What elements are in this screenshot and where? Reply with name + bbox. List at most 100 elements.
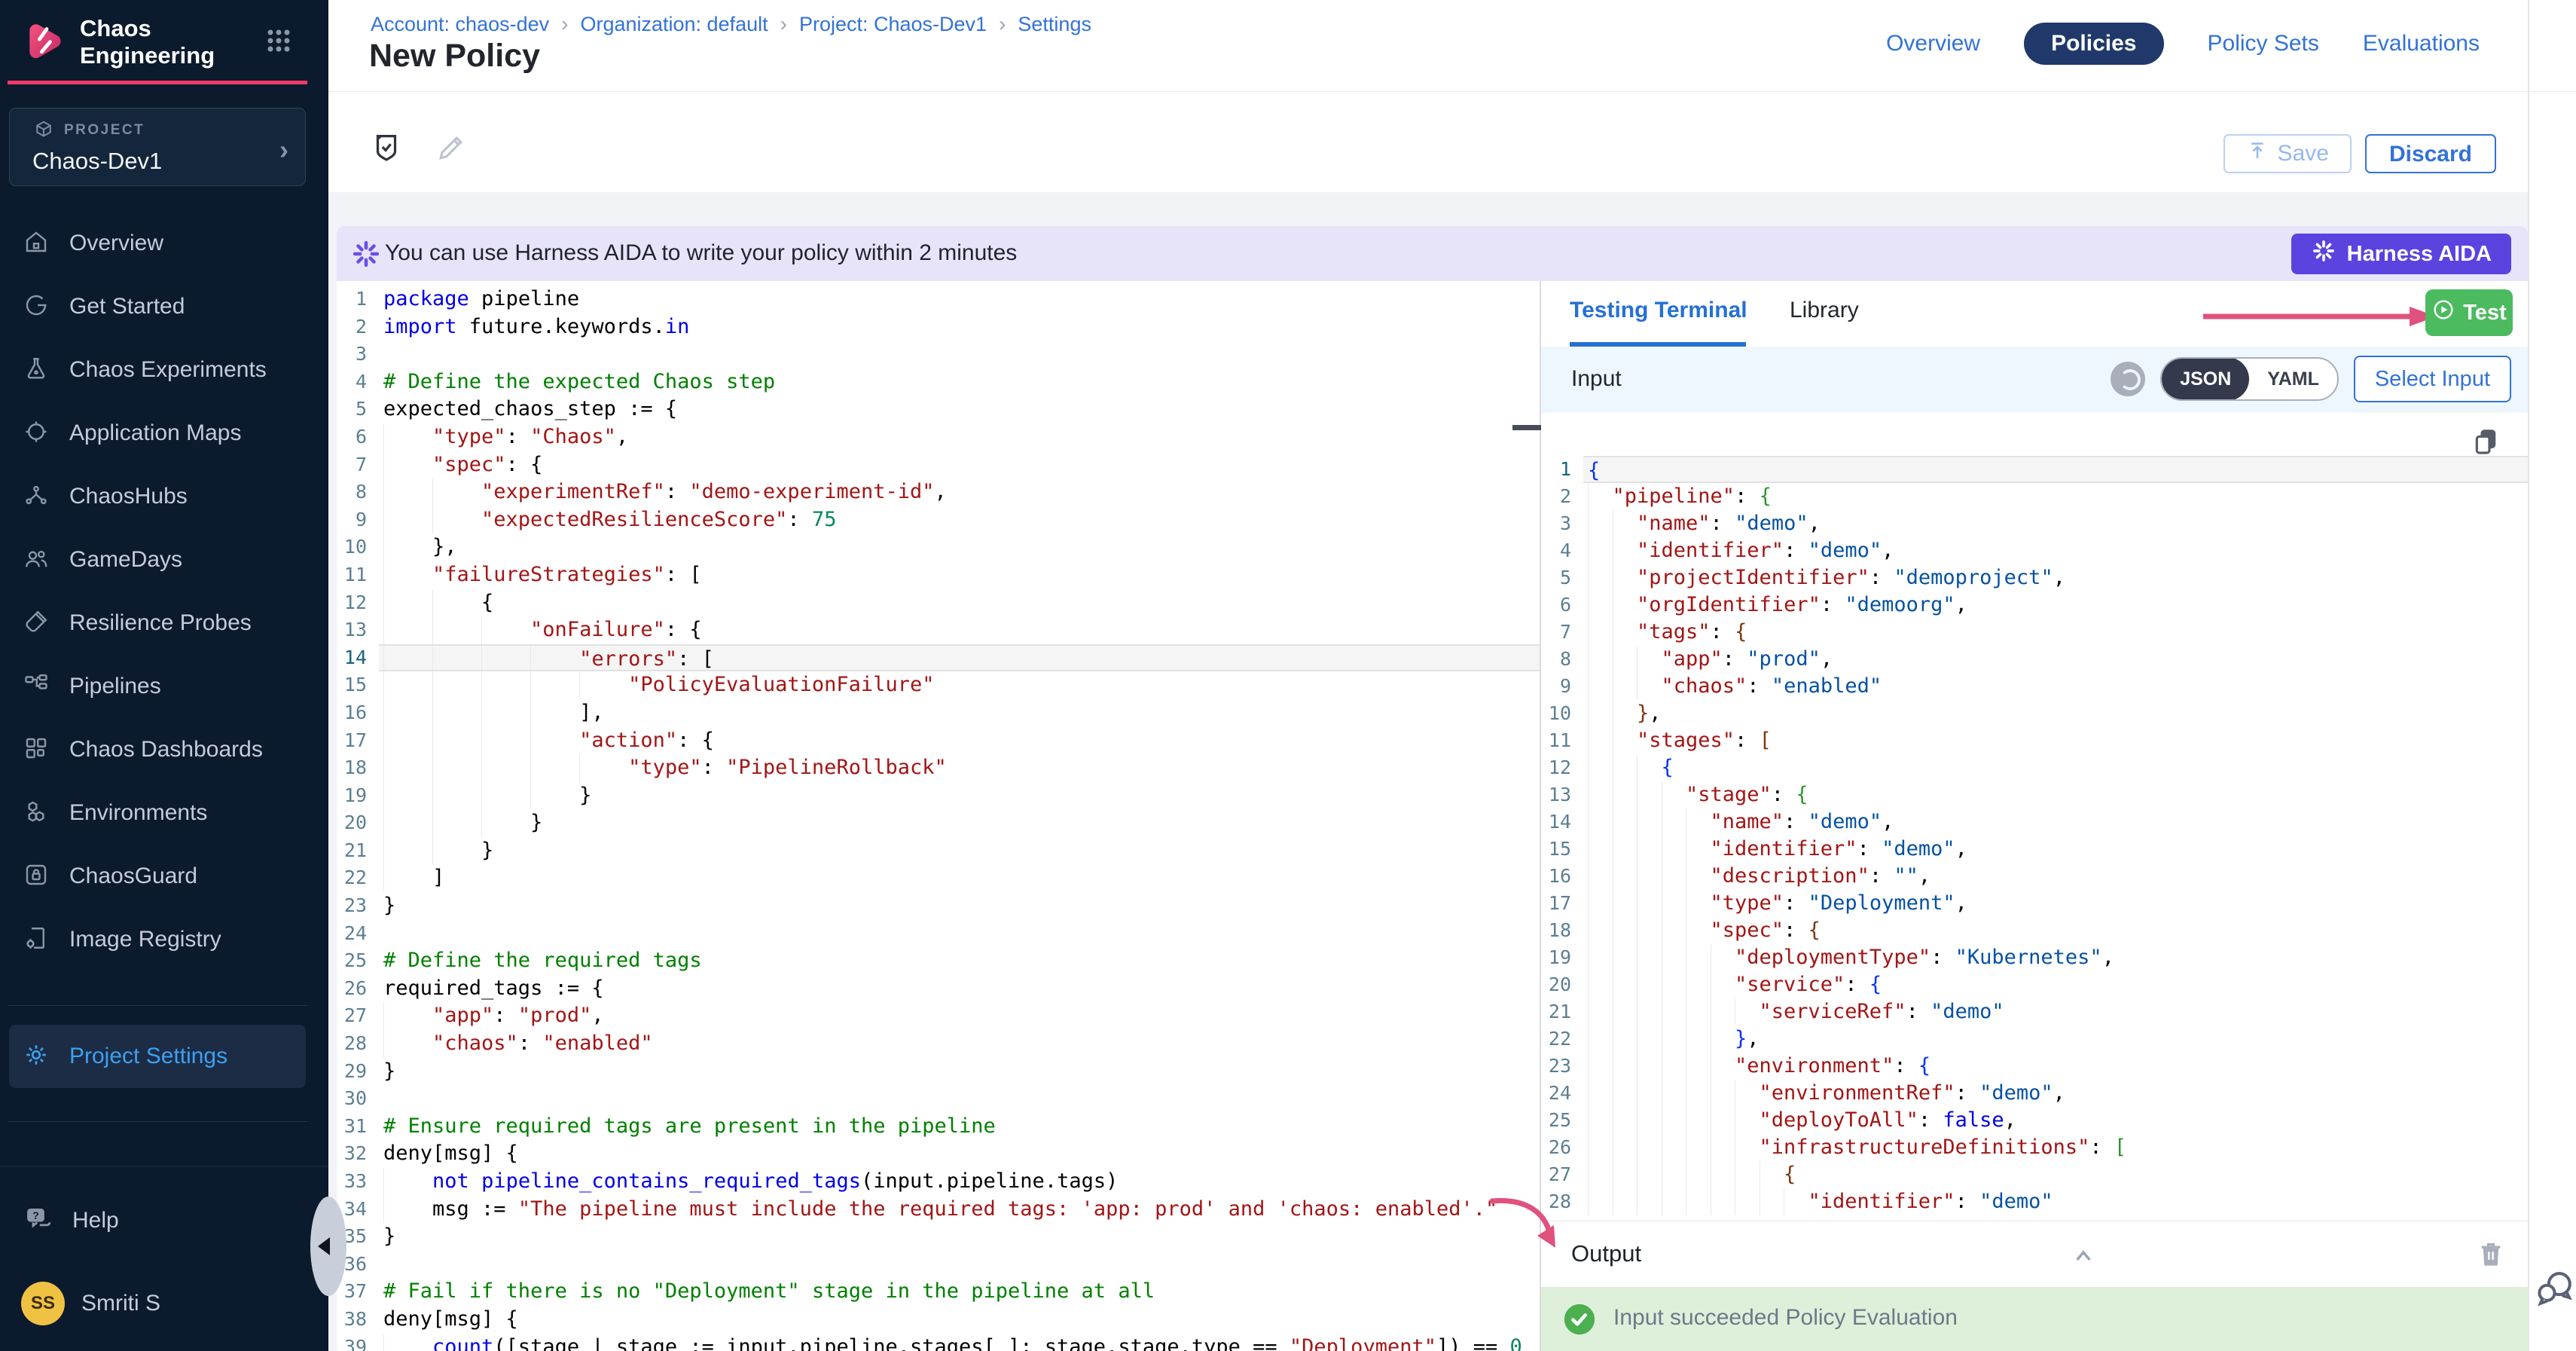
sidebar-item-pipelines[interactable]: Pipelines	[0, 655, 328, 718]
tab-policies[interactable]: Policies	[2024, 23, 2163, 65]
code-line[interactable]: 2import future.keywords.in	[337, 313, 1540, 341]
code-line[interactable]: 3"name": "demo",	[1541, 510, 2528, 537]
code-line[interactable]: 14"errors": [	[337, 644, 1540, 672]
code-line[interactable]: 4"identifier": "demo",	[1541, 537, 2528, 564]
code-line[interactable]: 25# Define the required tags	[337, 947, 1540, 975]
code-line[interactable]: 27"app": "prod",	[337, 1002, 1540, 1030]
code-line[interactable]: 16],	[337, 699, 1540, 727]
module-grid-icon[interactable]	[262, 24, 295, 61]
sidebar-item-chaos-dashboards[interactable]: Chaos Dashboards	[0, 718, 328, 781]
chevron-up-icon[interactable]	[2068, 1241, 2098, 1275]
code-line[interactable]: 38deny[msg] {	[337, 1306, 1540, 1334]
code-line[interactable]: 16"description": "",	[1541, 863, 2528, 890]
sidebar-item-chaosguard[interactable]: ChaosGuard	[0, 845, 328, 908]
save-button[interactable]: Save	[2223, 134, 2352, 173]
code-line[interactable]: 15"identifier": "demo",	[1541, 836, 2528, 863]
code-line[interactable]: 10},	[337, 533, 1540, 561]
code-line[interactable]: 9"chaos": "enabled"	[1541, 673, 2528, 700]
code-line[interactable]: 22},	[1541, 1025, 2528, 1053]
code-line[interactable]: 7"tags": {	[1541, 619, 2528, 646]
breadcrumb-settings[interactable]: Settings	[1018, 13, 1091, 36]
code-line[interactable]: 8"experimentRef": "demo-experiment-id",	[337, 478, 1540, 506]
code-line[interactable]: 34msg := "The pipeline must include the …	[337, 1196, 1540, 1224]
shield-check-icon[interactable]	[369, 130, 404, 169]
code-line[interactable]: 31# Ensure required tags are present in …	[337, 1113, 1540, 1141]
sidebar-item-overview[interactable]: Overview	[0, 212, 328, 275]
input-json-editor[interactable]: 1{2"pipeline": {3"name": "demo",4"identi…	[1541, 413, 2528, 1221]
code-line[interactable]: 1package pipeline	[337, 286, 1540, 313]
edit-pencil-icon[interactable]	[434, 131, 467, 168]
chat-support-icon[interactable]	[2534, 1267, 2576, 1313]
discard-button[interactable]: Discard	[2365, 134, 2496, 173]
project-selector[interactable]: PROJECT Chaos-Dev1 ›	[9, 108, 306, 186]
code-line[interactable]: 33not pipeline_contains_required_tags(in…	[337, 1168, 1540, 1196]
tab-evaluations[interactable]: Evaluations	[2363, 31, 2480, 57]
code-line[interactable]: 26"infrastructureDefinitions": [	[1541, 1134, 2528, 1161]
sidebar-item-resilience-probes[interactable]: Resilience Probes	[0, 591, 328, 655]
code-line[interactable]: 1{	[1541, 456, 2528, 483]
toggle-json[interactable]: JSON	[2162, 357, 2249, 401]
code-line[interactable]: 37# Fail if there is no "Deployment" sta…	[337, 1278, 1540, 1306]
sidebar-item-project-settings[interactable]: Project Settings	[9, 1025, 306, 1088]
code-line[interactable]: 15"PolicyEvaluationFailure"	[337, 671, 1540, 699]
code-line[interactable]: 6"orgIdentifier": "demoorg",	[1541, 591, 2528, 619]
code-line[interactable]: 24	[337, 920, 1540, 948]
code-line[interactable]: 27{	[1541, 1161, 2528, 1188]
breadcrumb-organization[interactable]: Organization: default	[580, 13, 768, 36]
split-resize-handle[interactable]	[1512, 425, 1541, 430]
code-line[interactable]: 8"app": "prod",	[1541, 646, 2528, 673]
code-line[interactable]: 29}	[337, 1058, 1540, 1086]
code-line[interactable]: 14"name": "demo",	[1541, 808, 2528, 836]
help-button[interactable]: ? Help	[23, 1194, 119, 1247]
code-line[interactable]: 25"deployToAll": false,	[1541, 1107, 2528, 1134]
code-line[interactable]: 28"identifier": "demo"	[1541, 1188, 2528, 1215]
code-line[interactable]: 13"stage": {	[1541, 781, 2528, 808]
sidebar-item-image-registry[interactable]: Image Registry	[0, 908, 328, 971]
select-input-button[interactable]: Select Input	[2354, 356, 2511, 402]
code-line[interactable]: 2"pipeline": {	[1541, 483, 2528, 510]
format-icon[interactable]	[2111, 362, 2145, 396]
code-line[interactable]: 12{	[337, 589, 1540, 617]
code-line[interactable]: 21"serviceRef": "demo"	[1541, 998, 2528, 1025]
code-line[interactable]: 20}	[337, 809, 1540, 837]
toggle-yaml[interactable]: YAML	[2249, 357, 2337, 401]
sidebar-item-application-maps[interactable]: Application Maps	[0, 402, 328, 465]
code-line[interactable]: 9"expectedResilienceScore": 75	[337, 506, 1540, 534]
code-line[interactable]: 19}	[337, 782, 1540, 810]
code-line[interactable]: 36	[337, 1251, 1540, 1279]
sidebar-item-gamedays[interactable]: GameDays	[0, 528, 328, 591]
code-line[interactable]: 21}	[337, 837, 1540, 865]
sidebar-item-get-started[interactable]: Get Started	[0, 275, 328, 338]
code-line[interactable]: 39count([stage | stage := input.pipeline…	[337, 1334, 1540, 1351]
code-line[interactable]: 5"projectIdentifier": "demoproject",	[1541, 564, 2528, 591]
code-line[interactable]: 7"spec": {	[337, 451, 1540, 479]
code-line[interactable]: 23}	[337, 892, 1540, 920]
code-line[interactable]: 11"failureStrategies": [	[337, 561, 1540, 589]
code-line[interactable]: 18"type": "PipelineRollback"	[337, 754, 1540, 782]
sidebar-item-chaos-experiments[interactable]: Chaos Experiments	[0, 338, 328, 402]
code-line[interactable]: 11"stages": [	[1541, 727, 2528, 754]
code-line[interactable]: 23"environment": {	[1541, 1053, 2528, 1080]
code-line[interactable]: 17"type": "Deployment",	[1541, 890, 2528, 917]
sidebar-collapse-handle[interactable]	[310, 1197, 346, 1296]
code-line[interactable]: 10},	[1541, 700, 2528, 727]
sidebar-item-chaoshubs[interactable]: ChaosHubs	[0, 465, 328, 528]
code-line[interactable]: 6"type": "Chaos",	[337, 423, 1540, 451]
trash-icon[interactable]	[2475, 1238, 2507, 1273]
test-button[interactable]: Test	[2425, 289, 2513, 336]
code-line[interactable]: 12{	[1541, 754, 2528, 781]
breadcrumb-account[interactable]: Account: chaos-dev	[371, 13, 549, 36]
code-line[interactable]: 4# Define the expected Chaos step	[337, 368, 1540, 396]
code-line[interactable]: 32deny[msg] {	[337, 1140, 1540, 1168]
code-line[interactable]: 18"spec": {	[1541, 917, 2528, 944]
code-line[interactable]: 20"service": {	[1541, 971, 2528, 998]
code-line[interactable]: 28"chaos": "enabled"	[337, 1030, 1540, 1058]
code-line[interactable]: 19"deploymentType": "Kubernetes",	[1541, 944, 2528, 971]
code-line[interactable]: 13"onFailure": {	[337, 616, 1540, 644]
user-menu[interactable]: SS Smriti S	[21, 1279, 160, 1328]
tab-testing-terminal[interactable]: Testing Terminal	[1570, 298, 1747, 323]
code-line[interactable]: 17"action": {	[337, 727, 1540, 755]
code-line[interactable]: 5expected_chaos_step := {	[337, 396, 1540, 423]
policy-code-editor[interactable]: 1package pipeline2import future.keywords…	[337, 281, 1540, 1351]
code-line[interactable]: 3	[337, 341, 1540, 368]
